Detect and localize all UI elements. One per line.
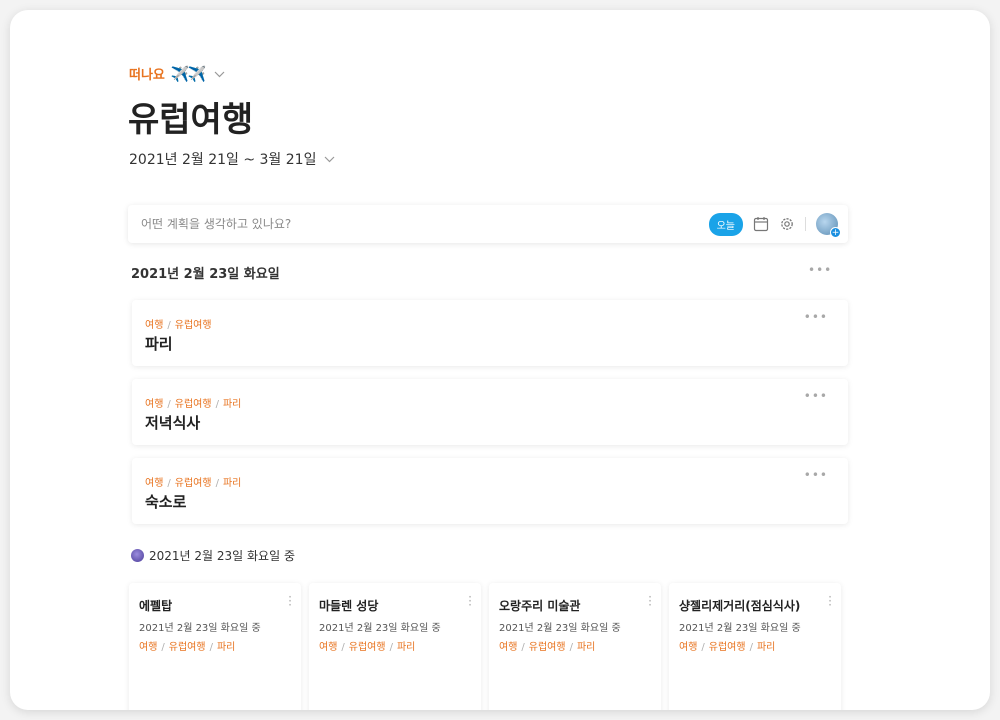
ongoing-card[interactable]: 샹젤리제거리(점심식사) · · · 2021년 2월 23일 화요일 중 여행 / 유… bbox=[669, 583, 841, 710]
workspace-emoji: ✈️✈️ bbox=[170, 64, 206, 83]
breadcrumb-item[interactable]: 유럽여행 bbox=[709, 642, 746, 653]
breadcrumb-item[interactable]: 여행 bbox=[145, 478, 163, 489]
schedule-card[interactable]: 여행 / 유럽여행 / 파리 저녁식사 ••• bbox=[132, 379, 848, 445]
breadcrumb-item[interactable]: 여행 bbox=[679, 642, 697, 653]
card-breadcrumb: 여행 / 유럽여행 / 파리 bbox=[145, 478, 242, 489]
more-vertical-icon[interactable]: · · · bbox=[288, 591, 292, 611]
breadcrumb-item[interactable]: 파리 bbox=[757, 642, 775, 653]
more-horizontal-icon[interactable]: ••• bbox=[804, 389, 828, 403]
card-title: 숙소로 bbox=[145, 493, 187, 511]
more-vertical-icon[interactable]: · · · bbox=[648, 591, 652, 611]
day-header: 2021년 2월 23일 화요일 bbox=[131, 267, 280, 282]
workspace-name: 떠나요 bbox=[129, 68, 165, 83]
ongoing-card[interactable]: 마들렌 성당 · · · 2021년 2월 23일 화요일 중 여행 / 유럽여행 / 파리 bbox=[309, 583, 481, 710]
ongoing-card-title: 에펠탑 bbox=[139, 599, 173, 613]
breadcrumb-item[interactable]: 파리 bbox=[397, 642, 415, 653]
breadcrumb-item[interactable]: 유럽여행 bbox=[175, 399, 212, 410]
more-vertical-icon[interactable]: · · · bbox=[828, 591, 832, 611]
breadcrumb-item[interactable]: 여행 bbox=[139, 642, 157, 653]
schedule-card[interactable]: 여행 / 유럽여행 파리 ••• bbox=[132, 300, 848, 366]
plan-input[interactable] bbox=[141, 217, 709, 231]
avatar[interactable]: + bbox=[816, 213, 841, 238]
more-horizontal-icon[interactable]: ••• bbox=[804, 310, 828, 324]
ongoing-card-title: 샹젤리제거리(점심식사) bbox=[679, 599, 801, 613]
ongoing-card-date: 2021년 2월 23일 화요일 중 bbox=[499, 623, 621, 634]
today-button[interactable]: 오늘 bbox=[708, 212, 743, 236]
card-breadcrumb: 여행 / 유럽여행 / 파리 bbox=[145, 399, 242, 410]
chevron-down-icon[interactable] bbox=[324, 152, 335, 166]
card-breadcrumb: 여행 / 유럽여행 bbox=[145, 320, 212, 331]
ongoing-card-date: 2021년 2월 23일 화요일 중 bbox=[679, 623, 801, 634]
date-range-selector[interactable]: 2021년 2월 21일 ~ 3월 21일 bbox=[129, 149, 335, 169]
ongoing-card-title: 마들렌 성당 bbox=[319, 599, 379, 613]
chevron-down-icon[interactable] bbox=[214, 67, 225, 81]
breadcrumb-item[interactable]: 파리 bbox=[223, 399, 241, 410]
ongoing-icon bbox=[131, 549, 144, 562]
schedule-card[interactable]: 여행 / 유럽여행 / 파리 숙소로 ••• bbox=[132, 458, 848, 524]
app-window: 떠나요 ✈️✈️ 유럽여행 2021년 2월 21일 ~ 3월 21일 오늘 bbox=[10, 10, 990, 710]
card-title: 저녁식사 bbox=[145, 414, 201, 432]
more-horizontal-icon[interactable]: ••• bbox=[808, 263, 832, 277]
card-breadcrumb: 여행 / 유럽여행 / 파리 bbox=[139, 642, 236, 653]
ongoing-header-label: 2021년 2월 23일 화요일 중 bbox=[149, 549, 295, 563]
card-breadcrumb: 여행 / 유럽여행 / 파리 bbox=[319, 642, 416, 653]
breadcrumb-item[interactable]: 여행 bbox=[499, 642, 517, 653]
breadcrumb-item[interactable]: 파리 bbox=[223, 478, 241, 489]
plan-input-bar: 오늘 + bbox=[128, 205, 848, 243]
ongoing-card[interactable]: 오랑주리 미술관 · · · 2021년 2월 23일 화요일 중 여행 / 유럽여행 /… bbox=[489, 583, 661, 710]
card-breadcrumb: 여행 / 유럽여행 / 파리 bbox=[499, 642, 596, 653]
workspace-selector[interactable]: 떠나요 ✈️✈️ bbox=[129, 64, 225, 83]
breadcrumb-item[interactable]: 유럽여행 bbox=[175, 320, 212, 331]
ongoing-card-date: 2021년 2월 23일 화요일 중 bbox=[319, 623, 441, 634]
breadcrumb-item[interactable]: 유럽여행 bbox=[169, 642, 206, 653]
breadcrumb-item[interactable]: 유럽여행 bbox=[529, 642, 566, 653]
card-breadcrumb: 여행 / 유럽여행 / 파리 bbox=[679, 642, 776, 653]
breadcrumb-item[interactable]: 여행 bbox=[145, 399, 163, 410]
ongoing-card[interactable]: 에펠탑 · · · 2021년 2월 23일 화요일 중 여행 / 유럽여행 / 파리 bbox=[129, 583, 301, 710]
more-horizontal-icon[interactable]: ••• bbox=[804, 468, 828, 482]
card-title: 파리 bbox=[145, 335, 173, 353]
page-title: 유럽여행 bbox=[128, 100, 254, 140]
add-member-icon[interactable]: + bbox=[830, 227, 841, 238]
toolbar-divider bbox=[805, 217, 806, 231]
more-vertical-icon[interactable]: · · · bbox=[468, 591, 472, 611]
ongoing-card-date: 2021년 2월 23일 화요일 중 bbox=[139, 623, 261, 634]
gear-icon[interactable] bbox=[779, 216, 795, 232]
date-range-label: 2021년 2월 21일 ~ 3월 21일 bbox=[129, 152, 317, 168]
ongoing-card-title: 오랑주리 미술관 bbox=[499, 599, 581, 613]
breadcrumb-item[interactable]: 파리 bbox=[217, 642, 235, 653]
calendar-icon[interactable] bbox=[753, 216, 769, 232]
breadcrumb-item[interactable]: 여행 bbox=[319, 642, 337, 653]
breadcrumb-item[interactable]: 유럽여행 bbox=[349, 642, 386, 653]
breadcrumb-item[interactable]: 파리 bbox=[577, 642, 595, 653]
breadcrumb-item[interactable]: 유럽여행 bbox=[175, 478, 212, 489]
ongoing-header: 2021년 2월 23일 화요일 중 bbox=[131, 547, 295, 564]
breadcrumb-item[interactable]: 여행 bbox=[145, 320, 163, 331]
